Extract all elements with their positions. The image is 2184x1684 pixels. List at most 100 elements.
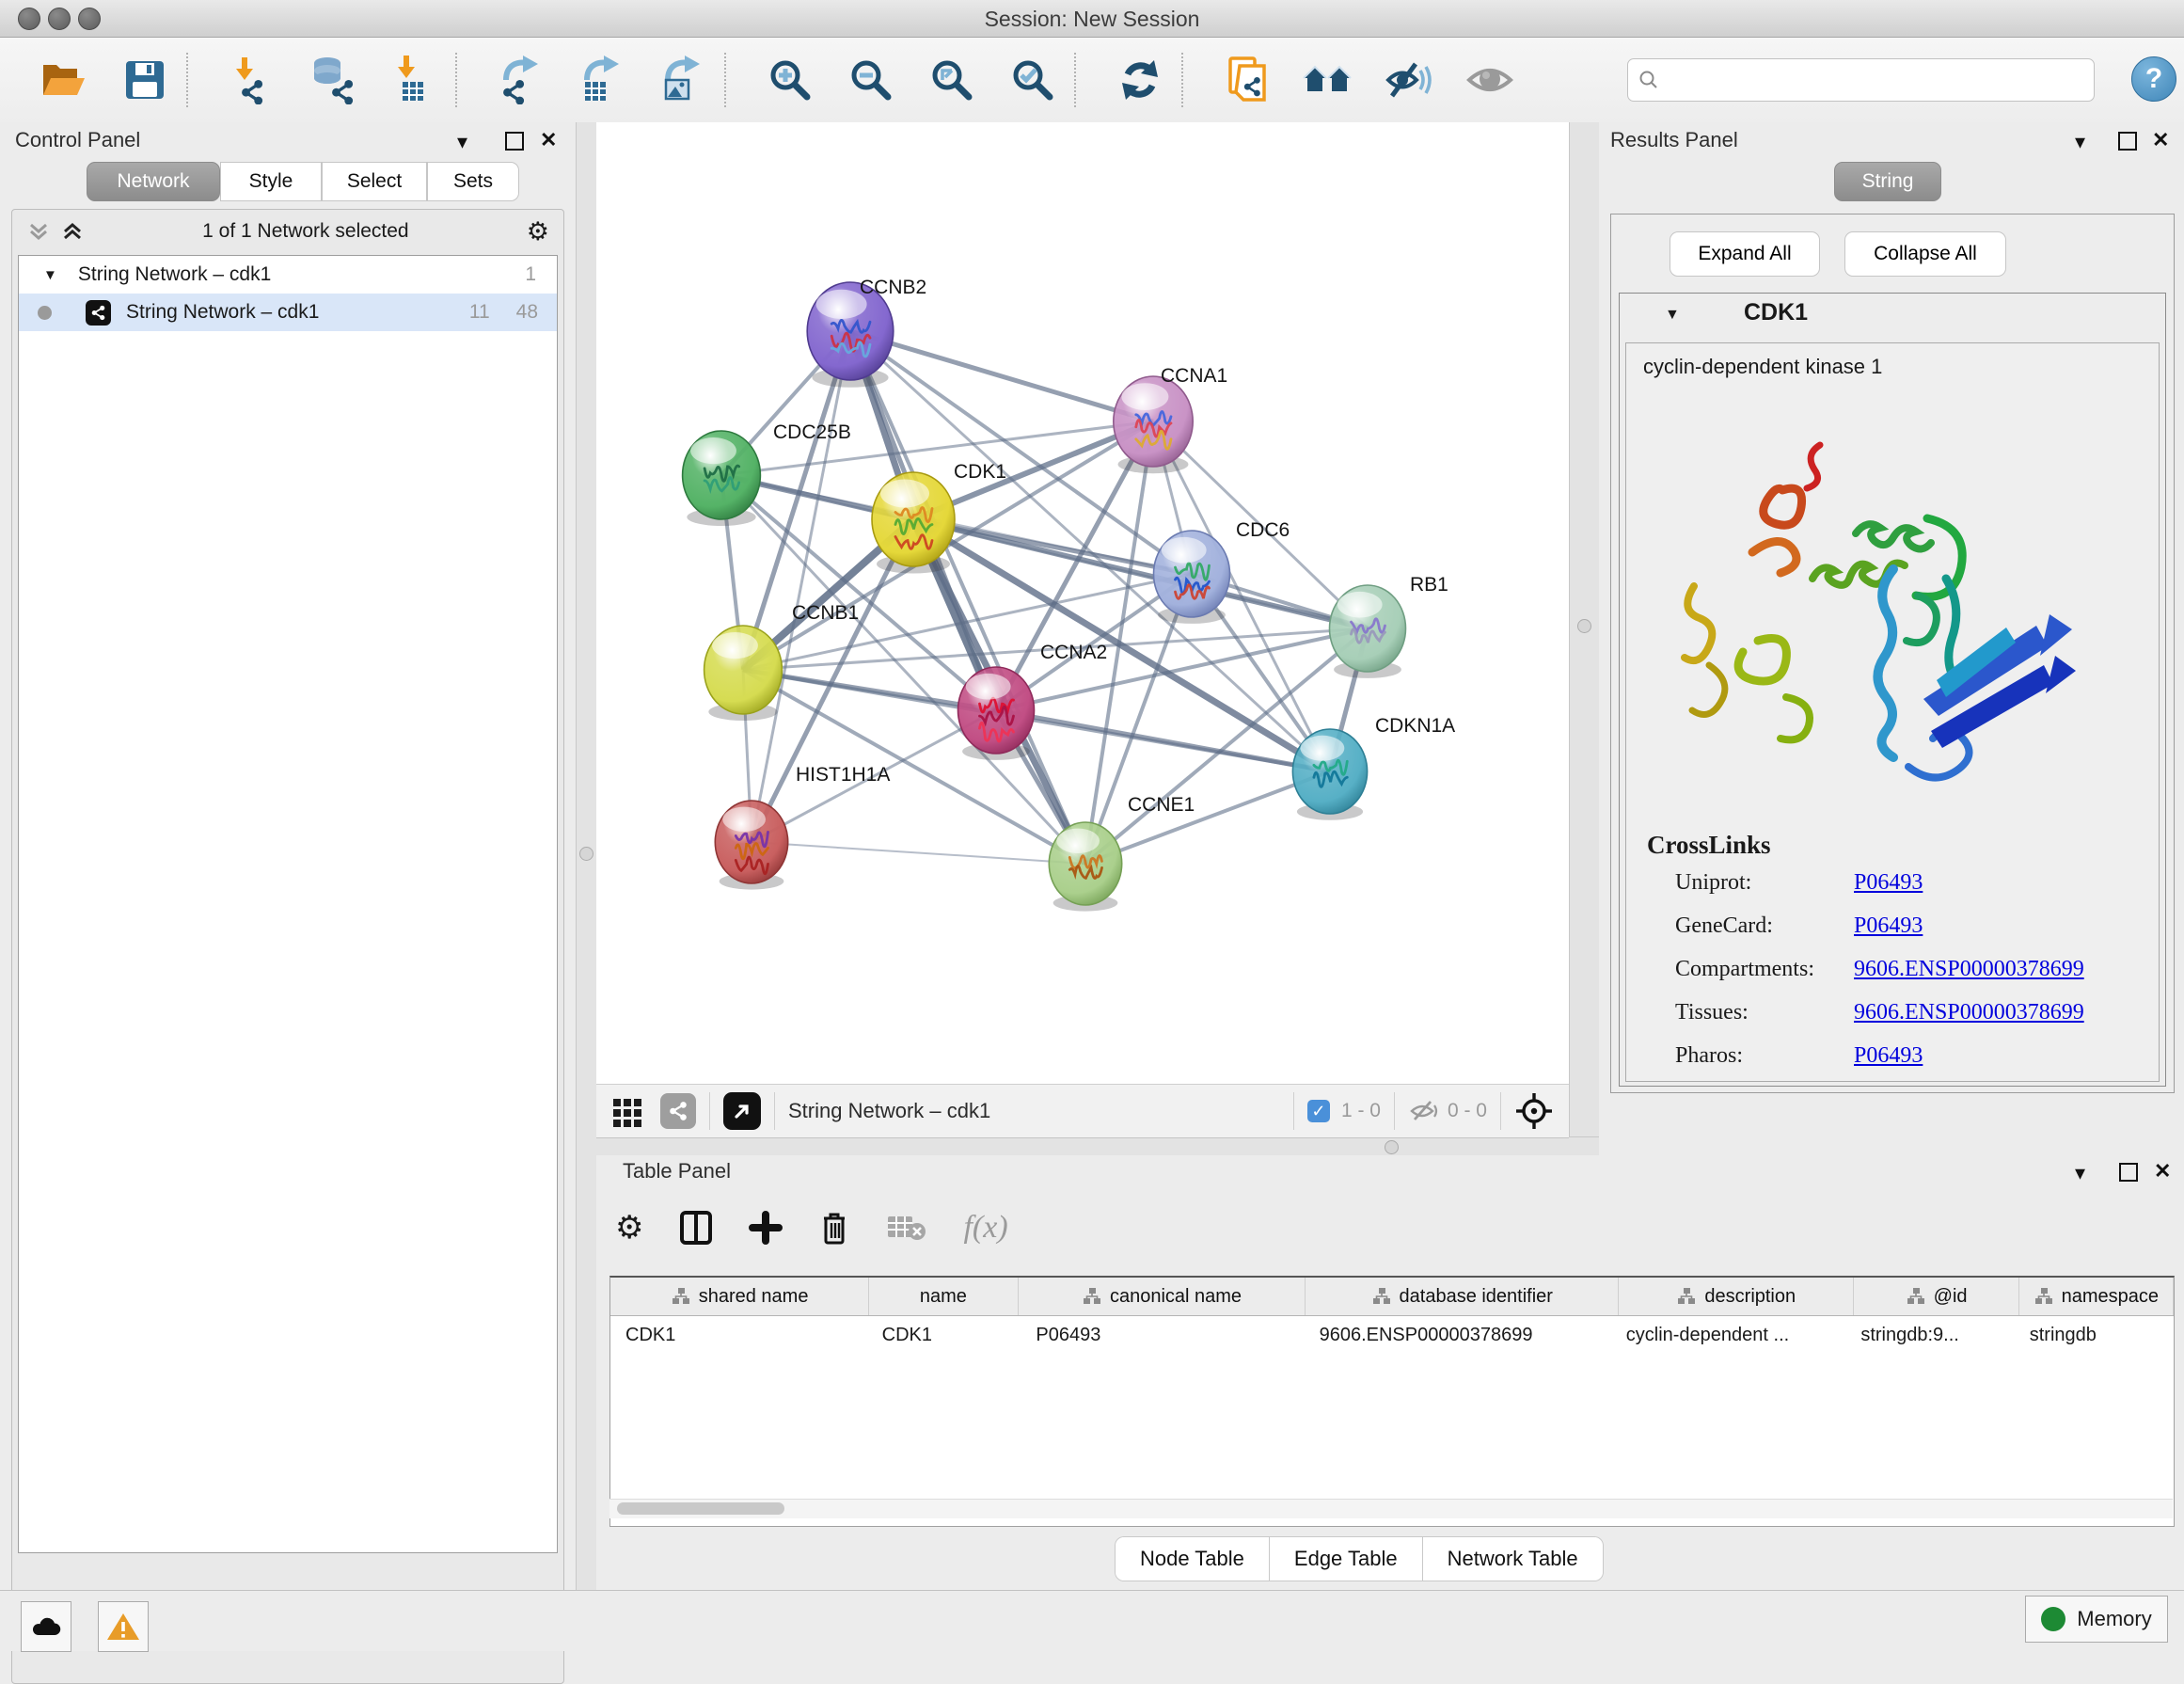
cell-canonical-name: P06493 [1021, 1316, 1304, 1354]
crosslink-link[interactable]: P06493 [1854, 913, 1923, 939]
zoom-out-button[interactable] [843, 51, 899, 109]
edge-CCNB2-CCNA1[interactable] [850, 331, 1153, 421]
node-HIST1H1A[interactable]: HIST1H1A [715, 764, 890, 890]
toolbar-separator [724, 53, 726, 107]
right-splitter-handle[interactable] [1577, 619, 1591, 633]
float-panel-icon[interactable] [2119, 1163, 2138, 1182]
zoom-selected-button[interactable] [1005, 51, 1061, 109]
crosslink-link[interactable]: P06493 [1854, 870, 1923, 896]
export-table-button[interactable] [574, 51, 630, 109]
card-expander-icon[interactable]: ▼ [1665, 307, 1680, 324]
control-panel: Control Panel ▾ ✕ NetworkStyleSelectSets… [0, 122, 576, 1590]
node-CCNE1[interactable]: CCNE1 [1049, 794, 1195, 912]
close-panel-icon[interactable]: ✕ [540, 128, 557, 152]
zoom-in-button[interactable] [762, 51, 818, 109]
close-panel-icon[interactable]: ✕ [2154, 1159, 2171, 1184]
collapse-all-networks-icon[interactable] [26, 219, 51, 244]
node-CCNA1[interactable]: CCNA1 [1114, 365, 1227, 473]
edge-CDKN1A-CCNE1[interactable] [1085, 771, 1330, 864]
protein-card-body: cyclin-dependent kinase 1 [1625, 342, 2160, 1082]
tab-network-table[interactable]: Network Table [1423, 1537, 1603, 1581]
export-image-button[interactable] [655, 51, 711, 109]
network-view-canvas[interactable]: CCNB2CCNA1CDC25BCDK1CDC6RB1CCNB1CCNA2CDK… [596, 122, 1569, 1084]
node-RB1[interactable]: RB1 [1330, 574, 1448, 678]
node-CDC6[interactable]: CDC6 [1154, 519, 1290, 624]
tree-expander-icon[interactable]: ▼ [43, 267, 57, 283]
table-row[interactable]: CDK1CDK1P064939606.ENSP00000378699cyclin… [610, 1316, 2174, 1354]
table-horizontal-scrollbar[interactable] [609, 1499, 2173, 1518]
float-panel-icon[interactable] [2118, 132, 2137, 151]
column-header-canonical-name[interactable]: canonical name [1019, 1278, 1306, 1315]
export-network-button[interactable] [493, 51, 549, 109]
left-splitter-handle[interactable] [579, 847, 593, 861]
import-table-file-button[interactable] [386, 51, 442, 109]
expand-all-button[interactable]: Expand All [1670, 231, 1820, 277]
delete-column-icon[interactable] [818, 1209, 850, 1247]
crosslink-link[interactable]: 9606.ENSP00000378699 [1854, 957, 2084, 982]
right-splitter[interactable] [1569, 122, 1601, 1155]
collapse-all-button[interactable]: Collapse All [1844, 231, 2006, 277]
import-network-file-button[interactable] [224, 51, 280, 109]
expand-all-networks-icon[interactable] [60, 219, 85, 244]
crosslink-link[interactable]: 9606.ENSP00000378699 [1854, 1000, 2084, 1025]
help-button[interactable]: ? [2131, 56, 2176, 102]
memory-button[interactable]: Memory [2025, 1596, 2168, 1643]
add-column-icon[interactable] [749, 1211, 783, 1245]
search-input[interactable] [1670, 69, 2094, 92]
current-network-title: String Network – cdk1 [788, 1099, 990, 1123]
node-CDKN1A[interactable]: CDKN1A [1292, 715, 1455, 820]
cloud-icon [29, 1614, 63, 1639]
show-columns-icon[interactable] [679, 1210, 713, 1246]
network-collection-row[interactable]: ▼ String Network – cdk1 1 [19, 256, 557, 294]
close-panel-icon[interactable]: ✕ [2152, 128, 2169, 152]
network-row[interactable]: String Network – cdk1 11 48 [19, 294, 557, 331]
grid-view-icon[interactable] [611, 1095, 643, 1127]
left-splitter[interactable] [576, 122, 598, 1590]
node-label-CCNA1: CCNA1 [1161, 365, 1227, 387]
save-session-button[interactable] [117, 51, 173, 109]
cloud-status-button[interactable] [21, 1601, 71, 1652]
warnings-button[interactable] [98, 1601, 149, 1652]
hide-selected-button[interactable] [1381, 51, 1437, 109]
import-network-database-button[interactable] [305, 51, 361, 109]
edge-HIST1H1A-CCNE1[interactable] [752, 842, 1085, 864]
show-all-button[interactable] [1462, 51, 1518, 109]
node-CDC25B[interactable]: CDC25B [683, 421, 851, 526]
scrollbar-thumb[interactable] [617, 1502, 784, 1515]
column-header-database-identifier[interactable]: database identifier [1306, 1278, 1619, 1315]
float-panel-icon[interactable] [505, 132, 524, 151]
selected-checkbox-icon[interactable]: ✓ [1307, 1100, 1330, 1122]
share-document-button[interactable] [1219, 51, 1275, 109]
column-header-name[interactable]: name [869, 1278, 1018, 1315]
column-header-description[interactable]: description [1619, 1278, 1854, 1315]
network-share-icon[interactable] [660, 1093, 696, 1129]
collapse-panel-icon[interactable]: ▾ [457, 130, 467, 154]
birds-eye-view-icon[interactable] [1514, 1091, 1554, 1131]
open-in-window-icon[interactable] [723, 1092, 761, 1130]
column-header-@id[interactable]: @id [1854, 1278, 2018, 1315]
tab-style[interactable]: Style [220, 162, 322, 201]
tab-sets[interactable]: Sets [427, 162, 519, 201]
column-header-namespace[interactable]: namespace [2019, 1278, 2174, 1315]
column-header-shared-name[interactable]: shared name [610, 1278, 869, 1315]
tab-node-table[interactable]: Node Table [1116, 1537, 1270, 1581]
node-CDK1[interactable]: CDK1 [872, 461, 1006, 574]
table-settings-gear-icon[interactable]: ⚙ [615, 1209, 643, 1247]
tab-select[interactable]: Select [322, 162, 427, 201]
string-home-button[interactable] [1300, 51, 1356, 109]
tab-network[interactable]: Network [87, 162, 220, 201]
search-box[interactable] [1627, 58, 2095, 102]
crosslink-link[interactable]: P06493 [1854, 1043, 1923, 1069]
refresh-view-button[interactable] [1112, 51, 1168, 109]
zoom-fit-button[interactable] [924, 51, 980, 109]
bottom-splitter-handle[interactable] [1385, 1140, 1399, 1154]
collapse-panel-icon[interactable]: ▾ [2075, 130, 2085, 154]
network-options-gear-icon[interactable]: ⚙ [527, 217, 549, 246]
collapse-panel-icon[interactable]: ▾ [2075, 1161, 2085, 1185]
tab-edge-table[interactable]: Edge Table [1270, 1537, 1423, 1581]
crosslinks-heading: CrossLinks [1647, 831, 1771, 860]
table-header-row: shared namenamecanonical namedatabase id… [610, 1278, 2174, 1316]
tab-string[interactable]: String [1834, 162, 1941, 201]
open-session-button[interactable] [36, 51, 92, 109]
node-CCNB1[interactable]: CCNB1 [704, 602, 860, 721]
